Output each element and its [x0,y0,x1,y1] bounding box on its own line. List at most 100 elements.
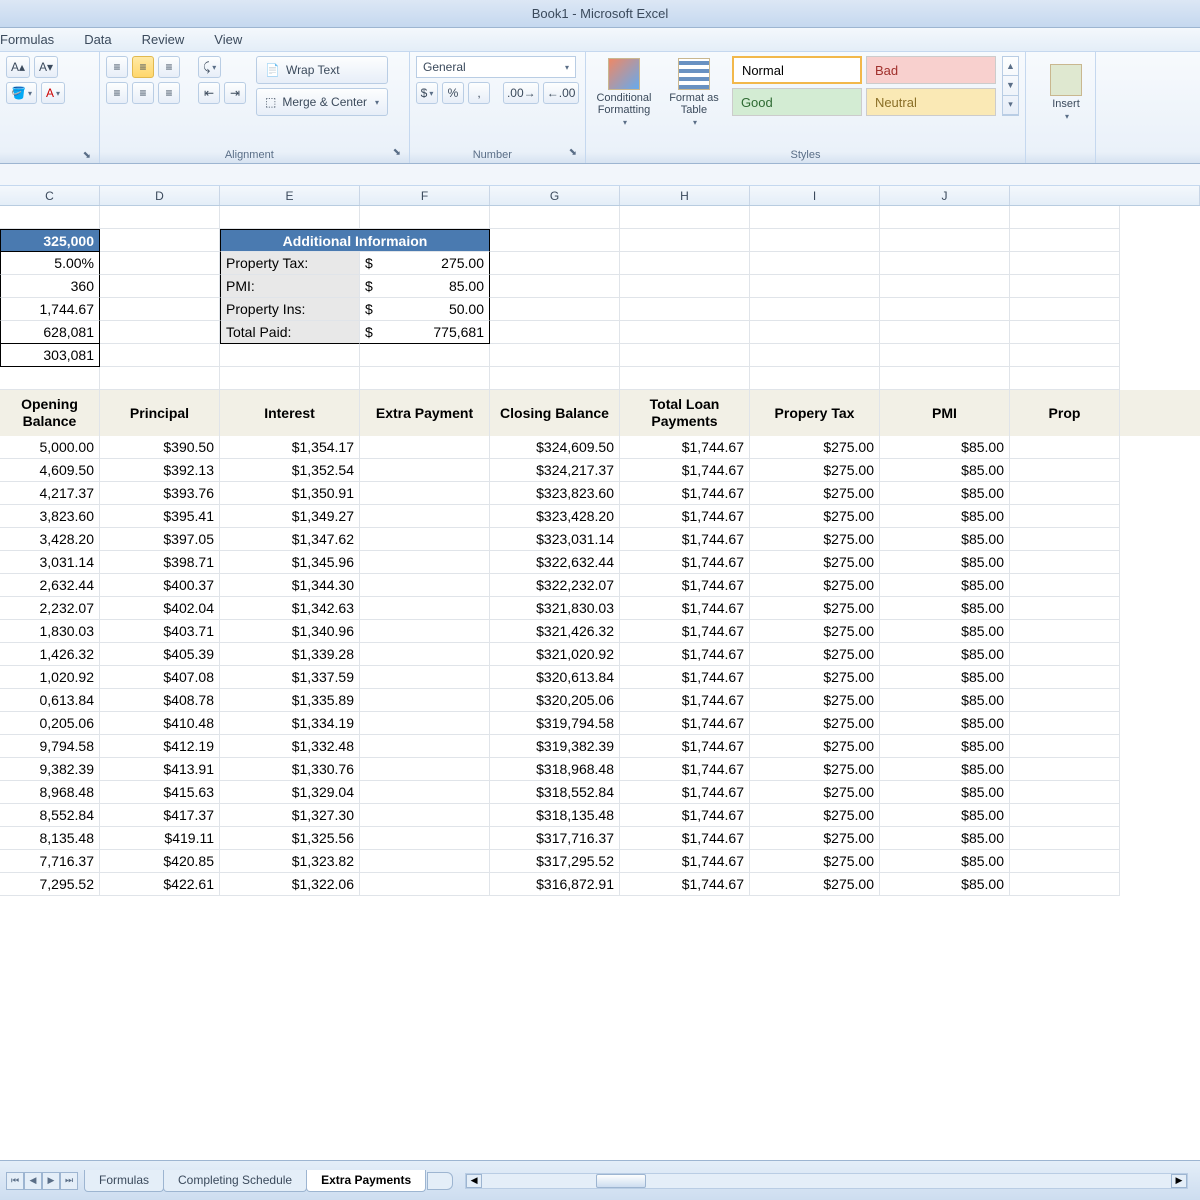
format-as-table-button[interactable]: Format as Table▾ [662,56,726,128]
cell[interactable] [1010,459,1120,482]
spreadsheet-grid[interactable]: CDEFGHIJ 325,000Additional Informaion5.0… [0,186,1200,1160]
cell[interactable]: $1,347.62 [220,528,360,551]
cell[interactable] [750,252,880,275]
cell[interactable] [1010,229,1120,252]
cell[interactable]: $1,744.67 [620,482,750,505]
align-middle-button[interactable]: ≡ [132,56,154,78]
alignment-dialog-launcher[interactable]: ⬊ [393,147,403,161]
cell[interactable]: $1,345.96 [220,551,360,574]
cell[interactable] [620,367,750,390]
style-normal[interactable]: Normal [732,56,862,84]
cell[interactable]: $1,744.67 [620,551,750,574]
cell[interactable]: $410.48 [100,712,220,735]
number-dialog-launcher[interactable]: ⬊ [569,147,579,161]
font-size-decrease-button[interactable]: A▾ [34,56,58,78]
cell[interactable]: $275.00 [750,689,880,712]
cell[interactable] [1010,620,1120,643]
cell[interactable]: $1,322.06 [220,873,360,896]
cell[interactable]: $85.00 [880,574,1010,597]
cell[interactable]: $395.41 [100,505,220,528]
cell[interactable]: $775,681 [360,321,490,344]
wrap-text-button[interactable]: 📄Wrap Text [256,56,388,84]
cell[interactable]: 4,217.37 [0,482,100,505]
cell-styles-gallery[interactable]: Normal Bad Good Neutral [732,56,996,116]
cell[interactable] [360,873,490,896]
currency-button[interactable]: $▾ [416,82,438,104]
scroll-left-icon[interactable]: ◀ [466,1174,482,1188]
cell[interactable]: $1,342.63 [220,597,360,620]
cell[interactable]: 1,830.03 [0,620,100,643]
decrease-indent-button[interactable]: ⇤ [198,82,220,104]
cell[interactable]: $275.00 [750,735,880,758]
cell[interactable] [490,344,620,367]
cell[interactable]: $1,744.67 [620,643,750,666]
cell[interactable]: $420.85 [100,850,220,873]
cell[interactable] [880,229,1010,252]
tab-nav-last[interactable]: ⏭ [60,1172,78,1190]
cell[interactable] [1010,528,1120,551]
cell[interactable]: $1,332.48 [220,735,360,758]
cell[interactable] [880,252,1010,275]
cell[interactable] [100,321,220,344]
cell[interactable]: $1,744.67 [620,436,750,459]
cell[interactable]: $419.11 [100,827,220,850]
cell[interactable]: $400.37 [100,574,220,597]
cell[interactable]: $1,352.54 [220,459,360,482]
cell[interactable]: $324,217.37 [490,459,620,482]
cell[interactable]: $323,823.60 [490,482,620,505]
cell[interactable] [360,528,490,551]
cell[interactable]: $275.00 [750,712,880,735]
tab-nav-next[interactable]: ▶ [42,1172,60,1190]
cell[interactable] [1010,206,1120,229]
cell[interactable] [880,344,1010,367]
sheet-tab-formulas[interactable]: Formulas [84,1170,164,1192]
cell[interactable]: 4,609.50 [0,459,100,482]
cell[interactable] [360,689,490,712]
cell[interactable] [1010,712,1120,735]
cell[interactable] [1010,666,1120,689]
font-color-button[interactable]: A▾ [41,82,65,104]
cell[interactable]: $407.08 [100,666,220,689]
cell[interactable]: $392.13 [100,459,220,482]
cell[interactable]: $316,872.91 [490,873,620,896]
fill-color-button[interactable]: 🪣▾ [6,82,37,104]
orientation-button[interactable]: ⤹▾ [198,56,221,78]
cell[interactable]: $318,135.48 [490,804,620,827]
cell[interactable] [360,735,490,758]
cell[interactable] [100,367,220,390]
cell[interactable]: $1,350.91 [220,482,360,505]
cell[interactable]: $321,426.32 [490,620,620,643]
cell[interactable]: $85.00 [880,781,1010,804]
cell[interactable]: $320,613.84 [490,666,620,689]
style-good[interactable]: Good [732,88,862,116]
cell[interactable]: $408.78 [100,689,220,712]
cell[interactable] [1010,298,1120,321]
cell[interactable] [490,367,620,390]
cell[interactable] [0,367,100,390]
cell[interactable] [1010,643,1120,666]
cell[interactable]: $275.00 [750,528,880,551]
column-headers[interactable]: CDEFGHIJ [0,186,1200,206]
cell[interactable] [490,321,620,344]
merge-center-button[interactable]: ⬚Merge & Center▾ [256,88,388,116]
cell[interactable]: $1,744.67 [620,873,750,896]
cell[interactable] [1010,482,1120,505]
cell[interactable] [880,321,1010,344]
cell[interactable]: $1,744.67 [620,712,750,735]
cell[interactable]: $275.00 [750,597,880,620]
cell[interactable]: $1,744.67 [620,528,750,551]
align-left-button[interactable]: ≡ [106,82,128,104]
col-header-I[interactable]: I [750,186,880,205]
cell[interactable]: Total Paid: [220,321,360,344]
cell[interactable] [360,206,490,229]
cell[interactable] [100,206,220,229]
cell[interactable]: $85.00 [880,735,1010,758]
cell[interactable]: 0,613.84 [0,689,100,712]
cell[interactable]: $1,744.67 [620,666,750,689]
cell[interactable] [1010,827,1120,850]
col-header-H[interactable]: H [620,186,750,205]
cell[interactable]: PMI [880,390,1010,436]
cell[interactable]: $422.61 [100,873,220,896]
align-right-button[interactable]: ≡ [158,82,180,104]
cell[interactable]: $1,335.89 [220,689,360,712]
